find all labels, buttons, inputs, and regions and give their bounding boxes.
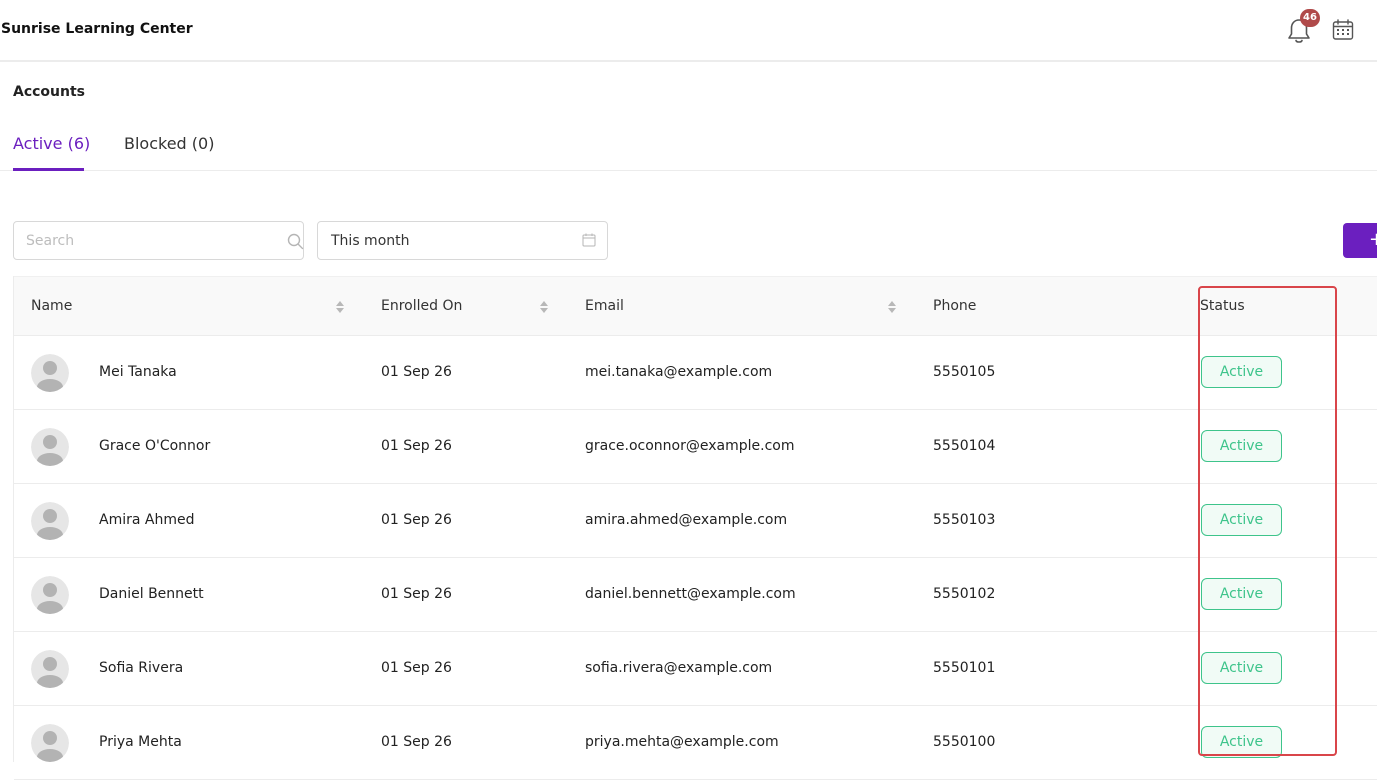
search-icon[interactable] xyxy=(287,233,304,250)
row-phone: 5550101 xyxy=(933,660,996,676)
avatar-icon xyxy=(31,502,69,540)
date-range-picker[interactable]: This month xyxy=(317,221,608,260)
row-enrolled-on: 01 Sep 26 xyxy=(381,364,452,380)
column-header-phone: Phone xyxy=(933,298,977,314)
notification-count-badge: 46 xyxy=(1300,9,1320,27)
row-name: Sofia Rivera xyxy=(99,660,184,676)
row-email: priya.mehta@example.com xyxy=(585,734,779,750)
row-phone: 5550103 xyxy=(933,512,996,528)
row-email: mei.tanaka@example.com xyxy=(585,364,773,380)
avatar-icon xyxy=(31,650,69,688)
sort-icon[interactable] xyxy=(335,299,345,315)
row-email: grace.oconnor@example.com xyxy=(585,438,795,454)
row-name: Grace O'Connor xyxy=(99,438,211,454)
date-range-value: This month xyxy=(331,233,410,249)
status-badge: Active xyxy=(1201,726,1282,758)
avatar-icon xyxy=(31,576,69,614)
brand-name: Sunrise Learning Center xyxy=(1,21,193,37)
accounts-table: Name Enrolled On Email Phone Status Mei … xyxy=(13,276,1377,780)
sort-icon[interactable] xyxy=(539,299,549,315)
table-row[interactable]: Grace O'Connor 01 Sep 26 grace.oconnor@e… xyxy=(14,410,1377,484)
status-badge: Active xyxy=(1201,578,1282,610)
tab-active[interactable]: Active (6) xyxy=(13,134,90,153)
row-name: Amira Ahmed xyxy=(99,512,195,528)
row-name: Mei Tanaka xyxy=(99,364,177,380)
row-phone: 5550102 xyxy=(933,586,996,602)
active-tab-indicator xyxy=(13,168,84,171)
row-enrolled-on: 01 Sep 26 xyxy=(381,660,452,676)
column-header-name[interactable]: Name xyxy=(31,298,72,314)
calendar-icon[interactable] xyxy=(582,233,596,247)
table-header: Name Enrolled On Email Phone Status xyxy=(14,276,1377,336)
row-email: daniel.bennett@example.com xyxy=(585,586,796,602)
status-badge: Active xyxy=(1201,504,1282,536)
row-name: Priya Mehta xyxy=(99,734,182,750)
avatar-icon xyxy=(31,354,69,392)
table-row[interactable]: Mei Tanaka 01 Sep 26 mei.tanaka@example.… xyxy=(14,336,1377,410)
status-badge: Active xyxy=(1201,356,1282,388)
calendar-icon[interactable] xyxy=(1331,18,1355,42)
column-header-status: Status xyxy=(1200,298,1245,314)
row-phone: 5550100 xyxy=(933,734,996,750)
row-enrolled-on: 01 Sep 26 xyxy=(381,438,452,454)
column-header-email[interactable]: Email xyxy=(585,298,624,314)
row-email: sofia.rivera@example.com xyxy=(585,660,773,676)
page-title: Accounts xyxy=(13,84,86,100)
row-email: amira.ahmed@example.com xyxy=(585,512,788,528)
add-account-button[interactable]: + xyxy=(1343,223,1377,258)
search-input[interactable] xyxy=(26,231,266,251)
row-name: Daniel Bennett xyxy=(99,586,204,602)
tab-blocked[interactable]: Blocked (0) xyxy=(124,134,214,153)
avatar-icon xyxy=(31,724,69,762)
table-row[interactable]: Priya Mehta 01 Sep 26 priya.mehta@exampl… xyxy=(14,706,1377,780)
row-enrolled-on: 01 Sep 26 xyxy=(381,734,452,750)
column-header-enrolled-on[interactable]: Enrolled On xyxy=(381,298,462,314)
sort-icon[interactable] xyxy=(887,299,897,315)
row-phone: 5550105 xyxy=(933,364,996,380)
status-badge: Active xyxy=(1201,430,1282,462)
status-badge: Active xyxy=(1201,652,1282,684)
row-enrolled-on: 01 Sep 26 xyxy=(381,512,452,528)
search-field[interactable] xyxy=(13,221,304,260)
top-bar: Sunrise Learning Center 46 xyxy=(0,0,1377,62)
table-row[interactable]: Amira Ahmed 01 Sep 26 amira.ahmed@exampl… xyxy=(14,484,1377,558)
avatar-icon xyxy=(31,428,69,466)
table-row[interactable]: Sofia Rivera 01 Sep 26 sofia.rivera@exam… xyxy=(14,632,1377,706)
row-enrolled-on: 01 Sep 26 xyxy=(381,586,452,602)
row-phone: 5550104 xyxy=(933,438,996,454)
account-tabs: Active (6) Blocked (0) xyxy=(0,128,1377,171)
table-row[interactable]: Daniel Bennett 01 Sep 26 daniel.bennett@… xyxy=(14,558,1377,632)
